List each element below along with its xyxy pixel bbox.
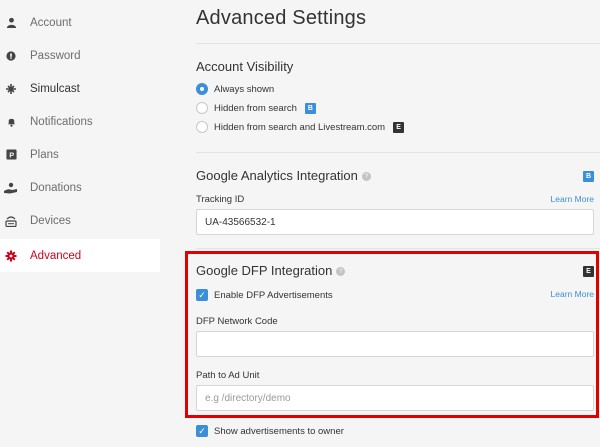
sidebar-item-account[interactable]: Account [0, 6, 160, 39]
sidebar-item-label: Devices [30, 214, 71, 227]
sidebar-item-notifications[interactable]: Notifications [0, 105, 160, 138]
analytics-title: Google Analytics Integration [196, 168, 358, 183]
bell-icon [4, 115, 18, 129]
dfp-network-code-input[interactable] [196, 331, 594, 357]
radio-label: Hidden from search and Livestream.com [214, 121, 386, 133]
radio-button-checked[interactable] [196, 83, 208, 95]
visibility-option-hidden-from-search[interactable]: Hidden from search B [196, 102, 316, 114]
plan-badge-b: B [583, 171, 594, 182]
plan-badge-e: E [583, 266, 594, 277]
sidebar-item-simulcast[interactable]: Simulcast [0, 72, 160, 105]
divider [196, 152, 600, 153]
divider [196, 248, 600, 249]
sidebar-item-advanced[interactable]: Advanced [0, 239, 160, 272]
checkbox-label: Show advertisements to owner [214, 425, 344, 437]
analytics-learn-more-link[interactable]: Learn More [551, 194, 594, 204]
checkbox-checked[interactable]: ✓ [196, 289, 208, 301]
plan-badge-b: B [304, 102, 316, 114]
account-visibility-title: Account Visibility [196, 59, 294, 74]
svg-text:P: P [9, 151, 14, 160]
enable-dfp-checkbox-row[interactable]: ✓ Enable DFP Advertisements [196, 289, 333, 301]
dfp-learn-more-link[interactable]: Learn More [551, 289, 594, 299]
page-title: Advanced Settings [196, 7, 367, 29]
tracking-id-label: Tracking ID [196, 194, 245, 205]
sidebar-item-label: Account [30, 16, 72, 29]
analytics-section-title: Google Analytics Integration? [196, 168, 371, 183]
sidebar-item-label: Notifications [30, 115, 93, 128]
sidebar-item-label: Advanced [30, 249, 82, 262]
visibility-option-always-shown[interactable]: Always shown [196, 83, 274, 95]
divider [196, 43, 600, 44]
sidebar-item-label: Simulcast [30, 82, 80, 95]
help-icon[interactable]: ? [336, 267, 346, 277]
gear-icon [4, 249, 18, 263]
show-ads-to-owner-checkbox-row[interactable]: ✓ Show advertisements to owner [196, 425, 344, 437]
sidebar-item-label: Password [30, 49, 81, 62]
dfp-network-code-label: DFP Network Code [196, 316, 278, 327]
radio-label: Always shown [214, 83, 275, 95]
tracking-id-input[interactable]: UA-43566532-1 [196, 209, 594, 235]
sidebar-item-label: Donations [30, 181, 82, 194]
help-icon[interactable]: ? [361, 172, 371, 182]
sidebar-item-plans[interactable]: P Plans [0, 138, 160, 171]
devices-icon [4, 214, 18, 228]
sidebar-item-devices[interactable]: Devices [0, 204, 160, 237]
donations-icon [4, 181, 18, 195]
sidebar: Account Password Simulcast Notifications… [0, 0, 160, 447]
checkbox-checked[interactable]: ✓ [196, 425, 208, 437]
path-to-ad-unit-input[interactable]: e.g /directory/demo [196, 385, 594, 411]
radio-button[interactable] [196, 121, 208, 133]
plan-badge-e: E [393, 121, 405, 133]
sidebar-item-label: Plans [30, 148, 59, 161]
radio-label: Hidden from search [214, 102, 297, 114]
visibility-option-hidden-from-search-and-livestream[interactable]: Hidden from search and Livestream.com E [196, 121, 405, 133]
user-icon [4, 16, 18, 30]
checkbox-label: Enable DFP Advertisements [214, 289, 333, 301]
dfp-section-title: Google DFP Integration? [196, 263, 346, 278]
plans-icon: P [4, 148, 18, 162]
main-content: Advanced Settings Account Visibility Alw… [180, 0, 600, 447]
simulcast-icon [4, 82, 18, 96]
radio-button[interactable] [196, 102, 208, 114]
path-to-ad-unit-label: Path to Ad Unit [196, 370, 260, 381]
sidebar-item-password[interactable]: Password [0, 39, 160, 72]
lock-icon [4, 49, 18, 63]
dfp-title: Google DFP Integration [196, 263, 333, 278]
sidebar-item-donations[interactable]: Donations [0, 171, 160, 204]
